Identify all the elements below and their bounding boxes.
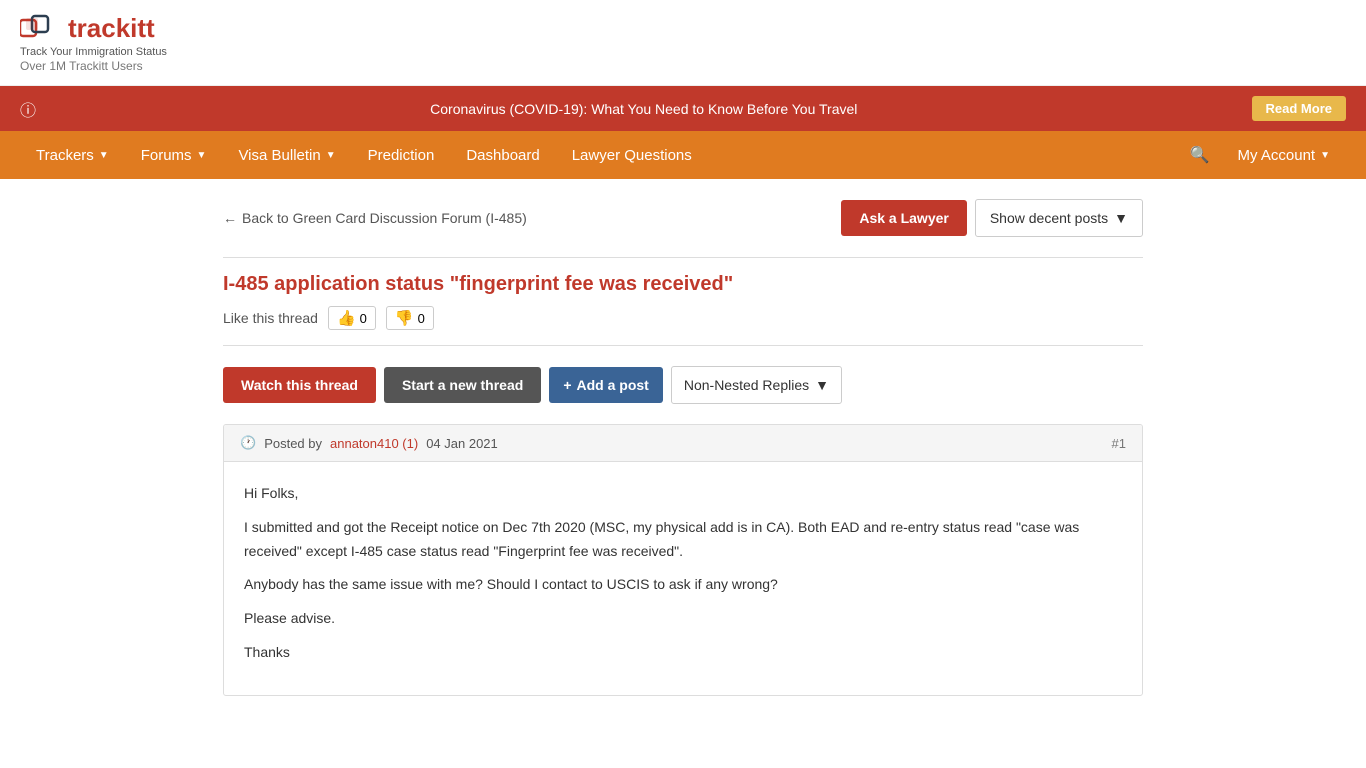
chevron-down-icon: ▼ [815,377,829,393]
back-link[interactable]: ← Back to Green Card Discussion Forum (I… [223,210,527,226]
breadcrumb-row: ← Back to Green Card Discussion Forum (I… [223,199,1143,237]
nav-trackers[interactable]: Trackers ▼ [20,133,125,178]
like-button[interactable]: 👍 0 [328,306,376,330]
post-date: 04 Jan 2021 [426,436,498,451]
arrow-left-icon: ← [223,210,237,226]
post-header: 🕐 Posted by annaton410 (1) 04 Jan 2021 #… [224,425,1142,462]
alert-bar: ⓘ Coronavirus (COVID-19): What You Need … [0,86,1366,131]
main-nav: Trackers ▼ Forums ▼ Visa Bulletin ▼ Pred… [0,131,1366,179]
nav-visa-bulletin[interactable]: Visa Bulletin ▼ [222,133,351,178]
search-icon[interactable]: 🔍 [1178,131,1222,179]
chevron-down-icon: ▼ [326,150,336,161]
site-header: trackitt Track Your Immigration Status O… [0,0,1366,86]
logo-text: trackitt [68,13,155,44]
breadcrumb-actions: Ask a Lawyer Show decent posts ▼ [841,199,1143,237]
logo-icon [20,12,60,44]
show-decent-posts-button[interactable]: Show decent posts ▼ [975,199,1143,237]
dislike-count: 0 [418,311,425,326]
like-count: 0 [360,311,367,326]
post-line-3: Anybody has the same issue with me? Shou… [244,573,1122,597]
post-line-1: Hi Folks, [244,482,1122,506]
chevron-down-icon: ▼ [99,150,109,161]
post-line-2: I submitted and got the Receipt notice o… [244,516,1122,564]
nav-my-account[interactable]: My Account ▼ [1222,133,1346,178]
alert-text: Coronavirus (COVID-19): What You Need to… [46,101,1242,117]
nav-dashboard[interactable]: Dashboard [450,133,555,178]
divider-2 [223,345,1143,346]
logo-sub: Track Your Immigration Status [20,46,167,58]
thread-title[interactable]: I-485 application status "fingerprint fe… [223,273,1143,296]
chevron-down-icon: ▼ [1114,210,1128,226]
alert-icon: ⓘ [20,97,36,121]
post-header-left: 🕐 Posted by annaton410 (1) 04 Jan 2021 [240,435,498,451]
post-line-5: Thanks [244,641,1122,665]
thread-actions: Watch this thread Start a new thread + A… [223,366,1143,404]
clock-icon: 🕐 [240,435,256,451]
divider [223,257,1143,258]
add-post-button[interactable]: + Add a post [549,367,663,403]
start-new-thread-button[interactable]: Start a new thread [384,367,541,403]
thumbs-up-icon: 👍 [337,309,356,327]
read-more-button[interactable]: Read More [1252,96,1346,121]
replies-type-dropdown[interactable]: Non-Nested Replies ▼ [671,366,842,404]
post-body: Hi Folks, I submitted and got the Receip… [224,462,1142,695]
post-author-link[interactable]: annaton410 (1) [330,436,418,451]
thumbs-down-icon: 👎 [395,309,414,327]
post-card: 🕐 Posted by annaton410 (1) 04 Jan 2021 #… [223,424,1143,696]
like-label: Like this thread [223,310,318,326]
post-number: #1 [1112,436,1126,451]
nav-prediction[interactable]: Prediction [352,133,451,178]
plus-icon: + [563,377,571,393]
chevron-down-icon: ▼ [1320,150,1330,161]
like-row: Like this thread 👍 0 👎 0 [223,306,1143,330]
post-line-4: Please advise. [244,607,1122,631]
ask-lawyer-button[interactable]: Ask a Lawyer [841,200,967,236]
dislike-button[interactable]: 👎 0 [386,306,434,330]
logo-area: trackitt Track Your Immigration Status O… [20,12,167,73]
chevron-down-icon: ▼ [197,150,207,161]
watch-thread-button[interactable]: Watch this thread [223,367,376,403]
nav-forums[interactable]: Forums ▼ [125,133,223,178]
logo-users: Over 1M Trackitt Users [20,59,143,73]
nav-lawyer-questions[interactable]: Lawyer Questions [556,133,708,178]
posted-by-label: Posted by [264,436,322,451]
main-content: ← Back to Green Card Discussion Forum (I… [203,179,1163,736]
